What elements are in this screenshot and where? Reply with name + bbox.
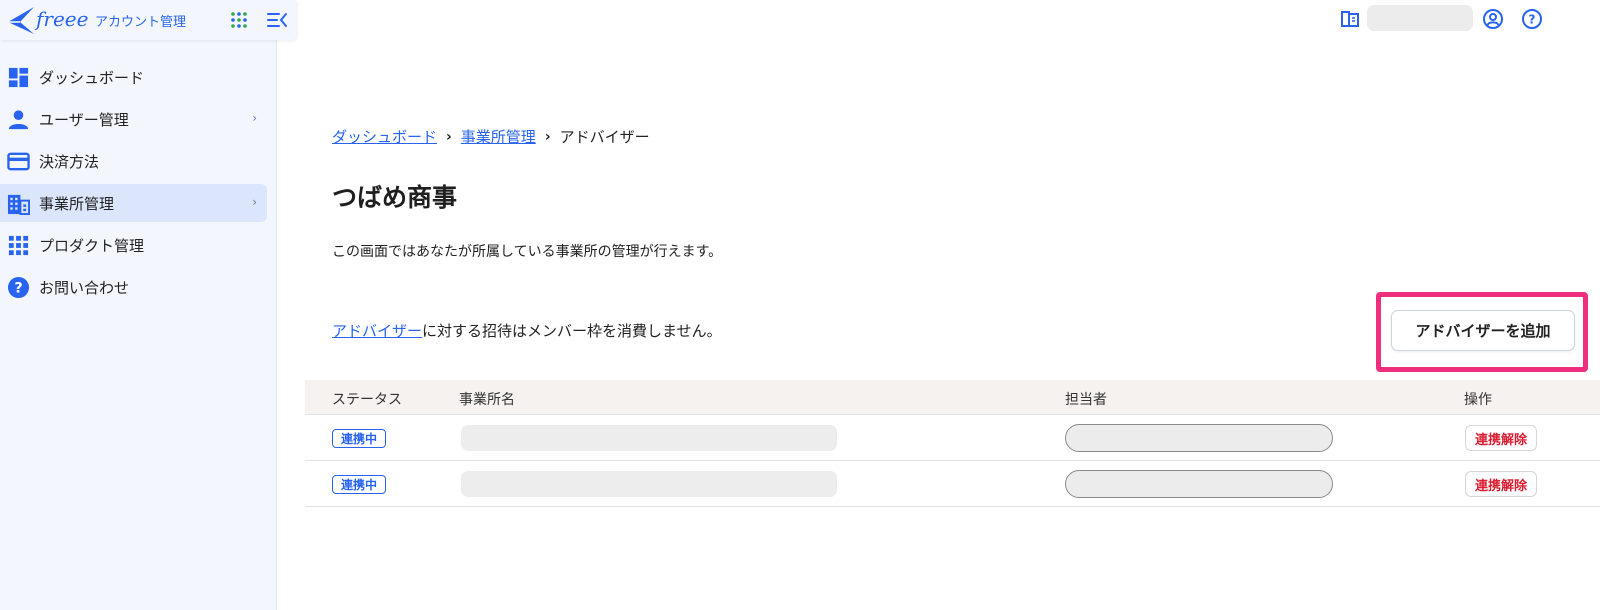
sidebar-item-products[interactable]: プロダクト管理 [0, 226, 267, 264]
sidebar-item-label: プロダクト管理 [39, 236, 145, 255]
sidebar-item-office[interactable]: 事業所管理 › [0, 184, 267, 222]
office-name-cell [461, 425, 837, 451]
brand-wordmark: freee [36, 7, 89, 31]
table-header: ステータス 事業所名 担当者 操作 [305, 380, 1600, 415]
column-header-status: ステータス [332, 392, 402, 408]
advisor-notice-text: に対する招待はメンバー枠を消費しません。 [422, 322, 722, 340]
sidebar-item-dashboard[interactable]: ダッシュボード [0, 58, 267, 96]
svg-text:?: ? [14, 280, 22, 296]
breadcrumb-current: アドバイザー [559, 128, 650, 146]
sidebar-item-label: 事業所管理 [39, 194, 115, 213]
user-account-icon[interactable] [1482, 8, 1504, 30]
sidebar-item-label: お問い合わせ [39, 278, 130, 297]
app-switcher-icon[interactable] [229, 10, 249, 30]
advisor-table: ステータス 事業所名 担当者 操作 連携中 連携解除 連携中 連携解除 [305, 380, 1600, 507]
brand-header: freee アカウント管理 [0, 0, 296, 40]
help-circle-icon: ? [7, 276, 30, 299]
swallow-logo-icon[interactable] [6, 4, 38, 36]
advisor-notice: アドバイザーに対する招待はメンバー枠を消費しません。 [332, 320, 722, 341]
office-name-cell [461, 471, 837, 497]
product-name: アカウント管理 [95, 15, 187, 30]
chevron-right-icon: › [252, 195, 257, 209]
dashboard-icon [8, 67, 29, 88]
column-header-office: 事業所名 [459, 392, 515, 408]
grid-icon [8, 235, 29, 256]
help-icon[interactable]: ? [1521, 8, 1543, 30]
building-icon [7, 194, 30, 215]
chevron-right-icon: › [252, 111, 257, 125]
office-switch-icon[interactable] [1340, 9, 1360, 29]
sidebar-item-users[interactable]: ユーザー管理 › [0, 100, 267, 138]
sidebar-item-payment[interactable]: 決済方法 [0, 142, 267, 180]
breadcrumb: ダッシュボード › 事業所管理 › アドバイザー [332, 126, 650, 147]
status-badge: 連携中 [332, 429, 387, 448]
column-header-actions: 操作 [1464, 392, 1492, 408]
sidebar-item-label: 決済方法 [39, 152, 100, 171]
chevron-right-icon: › [446, 128, 452, 145]
credit-card-icon [7, 152, 30, 171]
user-icon [8, 110, 29, 130]
sidebar-item-label: ユーザー管理 [39, 110, 129, 129]
sidebar-collapse-icon[interactable] [266, 10, 288, 30]
table-row: 連携中 連携解除 [305, 415, 1600, 461]
sidebar-nav: ダッシュボード ユーザー管理 › 決済方法 事業所管理 › プロダクト管理 ? … [0, 58, 277, 310]
page-title: つばめ商事 [332, 183, 458, 212]
sidebar: ダッシュボード ユーザー管理 › 決済方法 事業所管理 › プロダクト管理 ? … [0, 0, 277, 610]
chevron-right-icon: › [544, 128, 551, 145]
breadcrumb-link-dashboard[interactable]: ダッシュボード [332, 126, 437, 147]
svg-text:?: ? [1529, 13, 1536, 27]
sidebar-item-contact[interactable]: ? お問い合わせ [0, 268, 267, 306]
status-badge: 連携中 [332, 475, 387, 494]
person-select[interactable] [1065, 424, 1333, 452]
unlink-button[interactable]: 連携解除 [1465, 471, 1538, 497]
sidebar-item-label: ダッシュボード [39, 68, 145, 87]
column-header-person: 担当者 [1065, 392, 1107, 408]
advisor-help-link[interactable]: アドバイザー [332, 322, 422, 340]
person-select[interactable] [1065, 470, 1333, 498]
unlink-button[interactable]: 連携解除 [1465, 425, 1538, 451]
add-advisor-button[interactable]: アドバイザーを追加 [1391, 310, 1575, 351]
table-row: 連携中 連携解除 [305, 461, 1600, 507]
account-name-pill[interactable] [1367, 5, 1473, 31]
breadcrumb-link-office[interactable]: 事業所管理 [461, 126, 536, 147]
top-utility-bar: ? [1340, 0, 1600, 38]
page-description: この画面ではあなたが所属している事業所の管理が行えます。 [332, 244, 723, 260]
